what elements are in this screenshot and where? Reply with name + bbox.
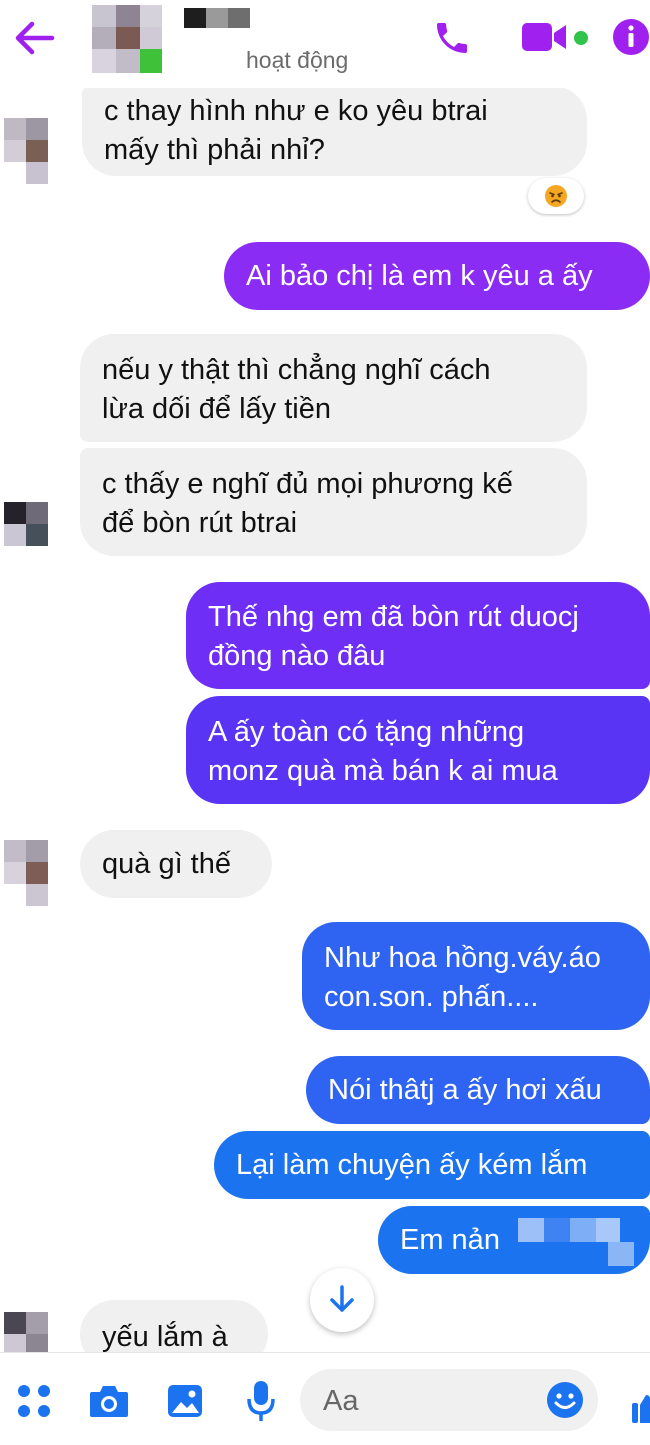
microphone-icon[interactable] bbox=[246, 1379, 276, 1423]
gallery-icon[interactable] bbox=[166, 1383, 204, 1419]
video-camera-icon[interactable] bbox=[520, 20, 570, 54]
message-bubble[interactable]: c thấy e nghĩ đủ mọi phương kế để bòn rú… bbox=[80, 448, 587, 556]
message-bubble[interactable]: c thay hình như e ko yêu btrai mấy thì p… bbox=[82, 86, 587, 176]
message-bubble[interactable]: Như hoa hồng.váy.áo con.son. phấn.... bbox=[302, 922, 650, 1030]
message-bubble[interactable]: Lại làm chuyện ấy kém lắm bbox=[214, 1131, 650, 1199]
arrow-down-icon bbox=[330, 1285, 354, 1312]
angry-face-icon bbox=[545, 185, 567, 207]
message-bubble[interactable]: Ai bảo chị là em k yêu a ấy bbox=[224, 242, 650, 310]
message-bubble[interactable]: nếu y thật thì chẳng nghĩ cách lừa dối đ… bbox=[80, 334, 587, 442]
composer-bar: Aa bbox=[0, 1352, 650, 1445]
message-bubble[interactable]: A ấy toàn có tặng những monz quà mà bán … bbox=[186, 696, 650, 804]
like-icon[interactable] bbox=[632, 1393, 650, 1423]
online-indicator bbox=[574, 31, 588, 45]
active-status: hoạt động bbox=[246, 47, 349, 73]
phone-icon[interactable] bbox=[432, 18, 472, 58]
scroll-to-bottom-button[interactable] bbox=[310, 1268, 374, 1332]
message-input[interactable]: Aa bbox=[300, 1369, 598, 1431]
message-bubble[interactable]: Thế nhg em đã bòn rút duocj đồng nào đâu bbox=[186, 582, 650, 689]
camera-icon[interactable] bbox=[88, 1383, 130, 1419]
emoji-icon[interactable] bbox=[546, 1381, 584, 1419]
apps-grid-icon[interactable] bbox=[16, 1383, 52, 1419]
chat-header: hoạt động bbox=[0, 0, 650, 88]
message-bubble[interactable]: quà gì thế bbox=[80, 830, 272, 898]
message-bubble[interactable]: Nói thâtj a ấy hơi xấu bbox=[306, 1056, 650, 1124]
reaction-badge[interactable] bbox=[528, 178, 584, 214]
back-arrow-icon[interactable] bbox=[12, 18, 56, 58]
info-icon[interactable] bbox=[612, 18, 650, 56]
